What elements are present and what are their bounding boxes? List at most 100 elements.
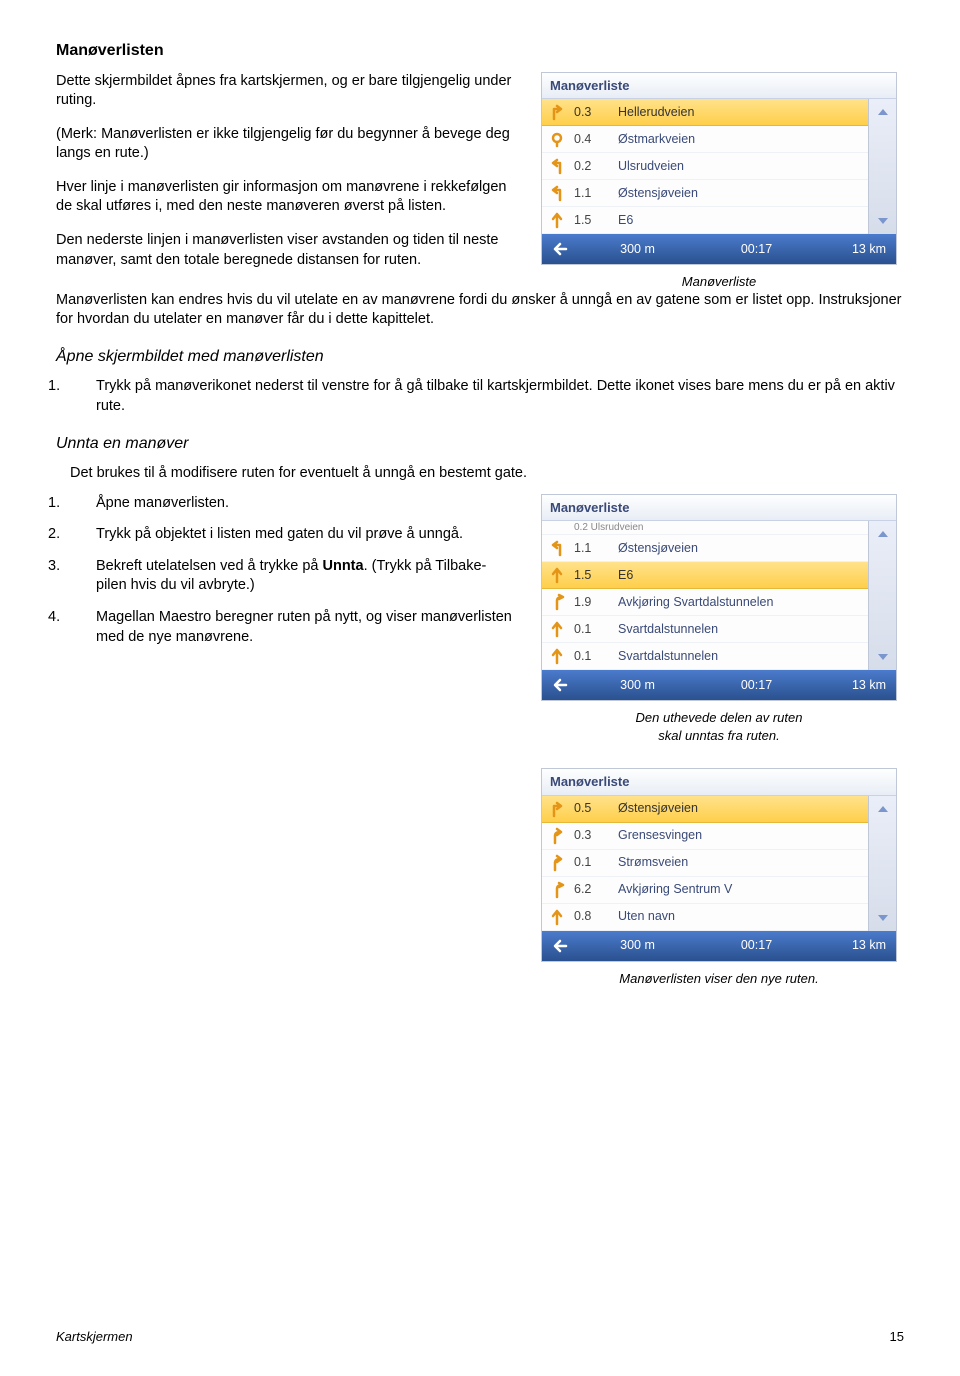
status-remaining: 13 km <box>816 677 896 694</box>
maneuver-distance: 6.2 <box>572 881 612 898</box>
turn-round-icon <box>542 130 572 148</box>
maneuver-street: Uten navn <box>612 908 868 925</box>
maneuver-row[interactable]: 0.4Østmarkveien <box>542 126 868 153</box>
status-time: 00:17 <box>697 677 816 694</box>
paragraph: (Merk: Manøverlisten er ikke tilgjengeli… <box>56 125 514 164</box>
maneuver-street: Avkjøring Svartdalstunnelen <box>612 594 868 611</box>
status-distance: 300 m <box>578 677 697 694</box>
paragraph: Manøverlisten kan endres hvis du vil ute… <box>56 291 904 330</box>
maneuver-street: Ulsrudveien <box>612 158 868 175</box>
footer-section: Kartskjermen <box>56 1328 133 1346</box>
scroll-down-icon[interactable] <box>869 905 896 931</box>
section-heading: Åpne skjermbildet med manøverlisten <box>56 346 904 368</box>
maneuver-row[interactable]: 1.1Østensjøveien <box>542 180 868 207</box>
status-time: 00:17 <box>697 937 816 954</box>
maneuver-street: Hellerudveien <box>612 104 868 121</box>
scroll-bar[interactable] <box>868 99 896 234</box>
maneuver-distance: 1.5 <box>572 567 612 584</box>
turn-up-icon <box>542 566 572 584</box>
maneuver-street: E6 <box>612 567 868 584</box>
status-remaining: 13 km <box>816 241 896 258</box>
maneuver-row[interactable]: 1.1Østensjøveien <box>542 535 868 562</box>
maneuver-street: Grensesvingen <box>612 827 868 844</box>
page-number: 15 <box>890 1328 904 1346</box>
maneuver-street: Svartdalstunnelen <box>612 621 868 638</box>
maneuver-list-screenshot-1: Manøverliste 0.3Hellerudveien0.4Østmarkv… <box>541 72 897 266</box>
maneuver-distance: 1.9 <box>572 594 612 611</box>
maneuver-row[interactable]: 0.2Ulsrudveien <box>542 153 868 180</box>
status-bar: 300 m 00:17 13 km <box>542 931 896 961</box>
scroll-bar[interactable] <box>868 796 896 931</box>
turn-right-icon <box>542 800 572 818</box>
scroll-up-icon[interactable] <box>869 99 896 125</box>
status-bar: 300 m 00:17 13 km <box>542 234 896 264</box>
maneuver-distance: 1.5 <box>572 212 612 229</box>
paragraph: Hver linje i manøverlisten gir informasj… <box>56 178 514 217</box>
maneuver-street: Svartdalstunnelen <box>612 648 868 665</box>
maneuver-row[interactable]: 1.5E6 <box>542 562 868 589</box>
list-item: 4.Magellan Maestro beregner ruten på nyt… <box>96 608 514 647</box>
maneuver-row[interactable]: 0.8Uten navn <box>542 904 868 931</box>
maneuver-row[interactable]: 0.3Grensesvingen <box>542 823 868 850</box>
maneuver-list-screenshot-2: Manøverliste 0.2 Ulsrudveien 1.1Østensjø… <box>541 494 897 702</box>
list-item: 1.Trykk på manøverikonet nederst til ven… <box>96 377 904 416</box>
status-remaining: 13 km <box>816 937 896 954</box>
turn-sright-icon <box>542 854 572 872</box>
maneuver-row[interactable]: 1.9Avkjøring Svartdalstunnelen <box>542 589 868 616</box>
scroll-down-icon[interactable] <box>869 208 896 234</box>
maneuver-street: Østensjøveien <box>612 185 868 202</box>
maneuver-distance: 0.1 <box>572 648 612 665</box>
maneuver-street: E6 <box>612 212 868 229</box>
status-bar: 300 m 00:17 13 km <box>542 670 896 700</box>
back-icon[interactable] <box>542 242 578 256</box>
turn-right-icon <box>542 103 572 121</box>
paragraph: Dette skjermbildet åpnes fra kartskjerme… <box>56 72 514 111</box>
turn-up-icon <box>542 211 572 229</box>
paragraph: Det brukes til å modifisere ruten for ev… <box>56 464 904 484</box>
maneuver-distance: 0.1 <box>572 621 612 638</box>
maneuver-row[interactable]: 6.2Avkjøring Sentrum V <box>542 877 868 904</box>
list-item: 3.Bekreft utelatelsen ved å trykke på Un… <box>96 557 514 596</box>
paragraph: Den nederste linjen i manøverlisten vise… <box>56 231 514 270</box>
maneuver-distance: 1.1 <box>572 185 612 202</box>
figure-caption: Den uthevede delen av rutenskal unntas f… <box>636 709 803 744</box>
back-icon[interactable] <box>542 939 578 953</box>
maneuver-row[interactable]: 1.5E6 <box>542 207 868 234</box>
maneuver-distance: 0.5 <box>572 800 612 817</box>
page-title: Manøverlisten <box>56 40 904 62</box>
turn-left-icon <box>542 157 572 175</box>
scroll-bar[interactable] <box>868 521 896 670</box>
maneuver-distance: 0.1 <box>572 854 612 871</box>
maneuver-row[interactable]: 0.3Hellerudveien <box>542 99 868 126</box>
maneuver-distance: 1.1 <box>572 540 612 557</box>
list-item: 2.Trykk på objektet i listen med gaten d… <box>96 525 514 545</box>
maneuver-row[interactable]: 0.1Strømsveien <box>542 850 868 877</box>
turn-up-icon <box>542 620 572 638</box>
turn-sright-icon <box>542 827 572 845</box>
maneuver-row[interactable]: 0.5Østensjøveien <box>542 796 868 823</box>
turn-up-icon <box>542 908 572 926</box>
maneuver-row[interactable]: 0.1Svartdalstunnelen <box>542 616 868 643</box>
maneuver-distance: 0.8 <box>572 908 612 925</box>
maneuver-street: Strømsveien <box>612 854 868 871</box>
maneuver-street: Avkjøring Sentrum V <box>612 881 868 898</box>
figure-caption: Manøverliste <box>682 273 756 291</box>
maneuver-list-screenshot-3: Manøverliste 0.5Østensjøveien0.3Grensesv… <box>541 768 897 962</box>
turn-up-icon <box>542 647 572 665</box>
status-time: 00:17 <box>697 241 816 258</box>
list-item: 1.Åpne manøverlisten. <box>96 494 514 514</box>
status-distance: 300 m <box>578 937 697 954</box>
turn-merge-icon <box>542 593 572 611</box>
scroll-down-icon[interactable] <box>869 644 896 670</box>
maneuver-row[interactable]: 0.1Svartdalstunnelen <box>542 643 868 670</box>
maneuver-street: Østensjøveien <box>612 540 868 557</box>
back-icon[interactable] <box>542 678 578 692</box>
scroll-up-icon[interactable] <box>869 521 896 547</box>
maneuver-distance: 0.3 <box>572 104 612 121</box>
turn-left-icon <box>542 539 572 557</box>
scroll-up-icon[interactable] <box>869 796 896 822</box>
maneuver-distance: 0.4 <box>572 131 612 148</box>
screenshot-title: Manøverliste <box>542 73 896 100</box>
turn-merge-icon <box>542 881 572 899</box>
maneuver-distance: 0.2 <box>572 158 612 175</box>
